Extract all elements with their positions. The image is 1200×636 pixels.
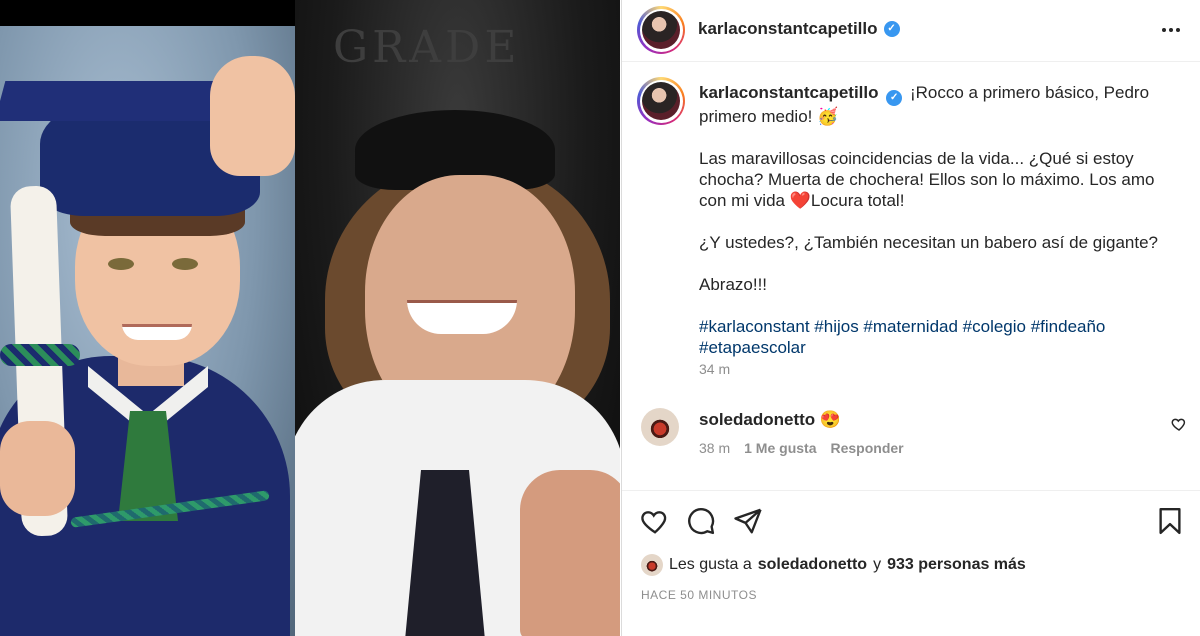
comment-text: soledadonetto 😍: [699, 410, 841, 430]
likes-others-count[interactable]: 933 personas más: [887, 556, 1026, 574]
smile: [122, 324, 192, 340]
eye: [172, 258, 198, 270]
comment-body: 😍: [819, 410, 842, 429]
post-actions: Les gusta a soledadonetto y 933 personas…: [622, 490, 1200, 610]
caption-paragraph-2: Las maravillosas coincidencias de la vid…: [699, 149, 1155, 210]
liker-username[interactable]: soledadonetto: [758, 556, 867, 574]
thumbs-up-hand: [520, 470, 620, 636]
post-image[interactable]: GRADE: [0, 0, 620, 636]
post-sidebar: karlaconstantcapetillo ✓ karlaconstantca…: [621, 0, 1200, 636]
author-username[interactable]: karlaconstantcapetillo ✓: [698, 19, 900, 39]
caption-text: karlaconstantcapetillo ✓ ¡Rocco a primer…: [699, 82, 1179, 358]
verified-badge-icon: ✓: [886, 90, 903, 106]
comment-like-heart-icon[interactable]: [1171, 416, 1187, 432]
more-options-button[interactable]: [1159, 18, 1183, 42]
author-avatar[interactable]: [637, 6, 685, 54]
post-timestamp[interactable]: HACE 50 MINUTOS: [641, 588, 757, 602]
avatar-image: [642, 11, 680, 49]
caption-paragraph-3: ¿Y ustedes?, ¿También necesitan un baber…: [699, 233, 1158, 252]
likes-prefix: Les gusta a: [669, 556, 752, 573]
cap-board: [0, 81, 246, 121]
comment-meta: 38 m 1 Me gusta Responder: [699, 440, 904, 456]
teen-smile: [407, 300, 517, 334]
caption-author-avatar[interactable]: [637, 77, 685, 125]
verified-badge-icon: ✓: [883, 21, 900, 37]
more-horizontal-icon: [1162, 28, 1166, 32]
commenter-username[interactable]: soledadonetto: [699, 410, 815, 429]
caption-timestamp[interactable]: 34 m: [699, 361, 730, 377]
heart-icon[interactable]: [640, 506, 670, 536]
commenter-avatar[interactable]: [641, 408, 679, 446]
post-header: karlaconstantcapetillo ✓: [622, 0, 1200, 62]
caption-hashtags[interactable]: #karlaconstant #hijos #maternidad #coleg…: [699, 316, 1179, 358]
photo-panel-teen-graduate: GRADE: [295, 0, 620, 636]
background-sign: GRADE: [333, 22, 521, 73]
eye: [108, 258, 134, 270]
comment-timestamp[interactable]: 38 m: [699, 440, 730, 456]
caption-paragraph-4: Abrazo!!!: [699, 275, 768, 294]
likes-summary: Les gusta a soledadonetto y 933 personas…: [641, 554, 1026, 576]
bookmark-icon[interactable]: [1155, 506, 1185, 536]
liker-avatar[interactable]: [641, 554, 663, 576]
avatar-image: [642, 82, 680, 120]
author-username-text[interactable]: karlaconstantcapetillo: [698, 19, 878, 39]
send-icon[interactable]: [733, 506, 763, 536]
hand-holding-diploma: [0, 421, 75, 516]
hand-on-cap: [210, 56, 295, 176]
comment-likes-count[interactable]: 1 Me gusta: [744, 440, 816, 456]
comment-icon[interactable]: [686, 506, 716, 536]
photo-panel-child-graduate: [0, 26, 295, 636]
comment-item: soledadonetto 😍 38 m 1 Me gusta Responde…: [622, 404, 1200, 474]
likes-connector: y: [873, 556, 882, 573]
reply-button[interactable]: Responder: [830, 440, 903, 456]
caption-username[interactable]: karlaconstantcapetillo: [699, 83, 879, 102]
diploma-ribbon: [0, 344, 80, 366]
